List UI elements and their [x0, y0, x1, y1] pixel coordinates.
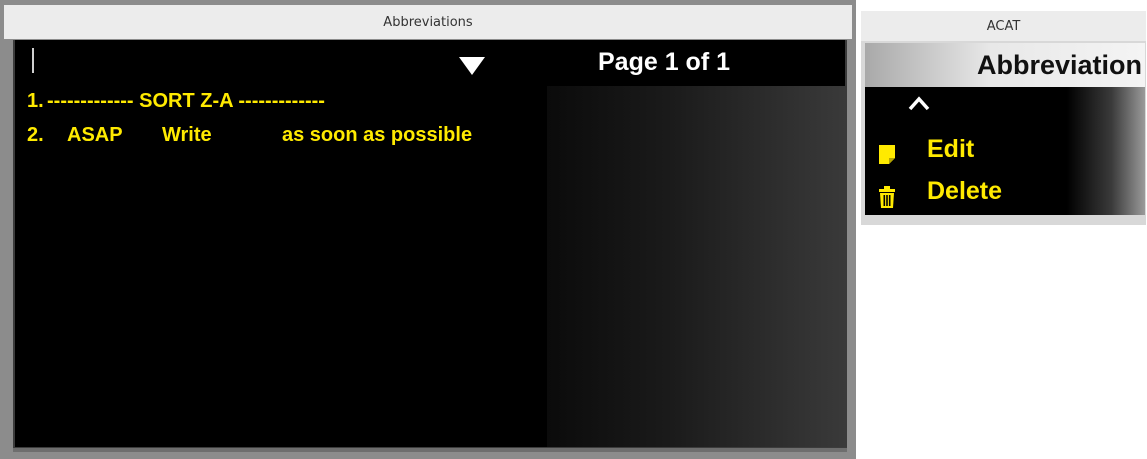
window-title-abbreviations: Abbreviations: [4, 5, 852, 39]
item-mode: Write: [162, 124, 212, 146]
dropdown-arrow-icon[interactable]: [459, 57, 485, 75]
item-expansion: as soon as possible: [282, 124, 473, 146]
menu-label-edit: Edit: [927, 135, 975, 163]
item-number: 1.: [27, 90, 44, 112]
abbreviation-list-panel: Page 1 of 1 1. ------------- SORT Z-A --…: [13, 40, 847, 449]
scroll-up-button[interactable]: [901, 87, 941, 127]
abbreviations-window: Abbreviations Page 1 of 1 1. -----------…: [0, 0, 856, 459]
item-abbreviation: ASAP: [67, 124, 123, 146]
item-text: ------------- SORT Z-A -------------: [47, 90, 325, 112]
menu-item-delete[interactable]: Delete: [865, 175, 1095, 213]
trash-icon: [879, 186, 895, 208]
text-cursor: [32, 48, 34, 73]
window-title-acat: ACAT: [861, 11, 1146, 41]
menu-item-edit[interactable]: Edit: [865, 133, 1095, 171]
acat-menu: Edit Delete: [865, 87, 1145, 215]
list-item[interactable]: 2. ASAP Write as soon as possible: [27, 124, 472, 262]
chevron-up-icon: [908, 96, 930, 111]
note-icon: [879, 145, 895, 164]
list-background-gradient: [547, 86, 847, 447]
item-number: 2.: [27, 124, 44, 146]
acat-header: Abbreviation: [865, 43, 1145, 87]
panel-bottom-edge: [13, 448, 847, 452]
page-indicator: Page 1 of 1: [598, 48, 730, 76]
menu-label-delete: Delete: [927, 177, 1003, 205]
